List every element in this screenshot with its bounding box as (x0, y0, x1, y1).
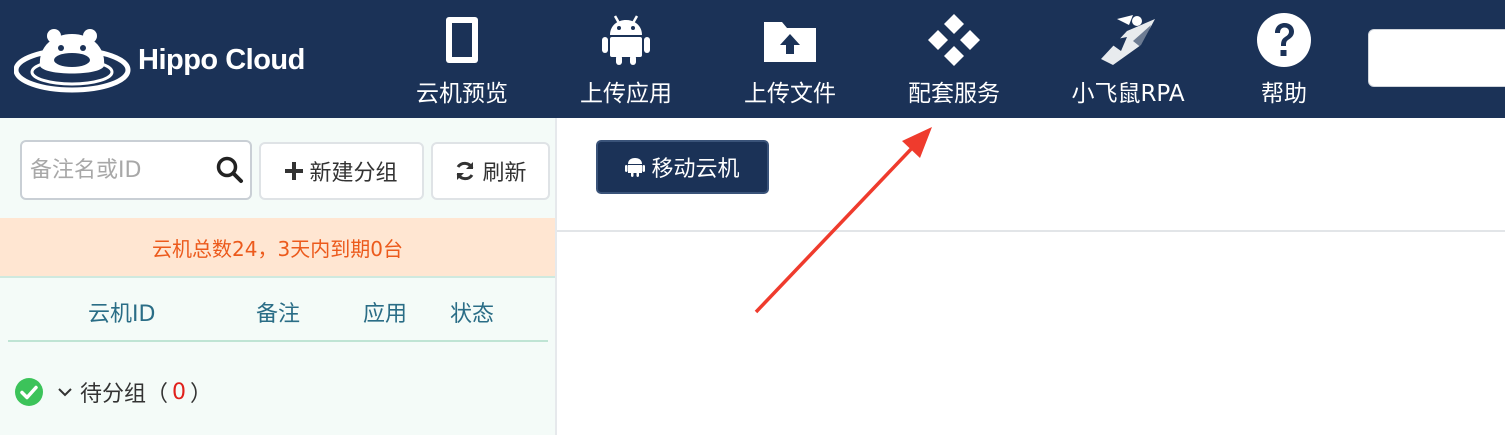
cloud-table-header: 云机ID 备注 应用 状态 (8, 280, 548, 342)
refresh-button[interactable]: 刷新 (431, 142, 550, 200)
header-cloud-id[interactable]: 云机ID (88, 296, 155, 328)
flying-squirrel-icon (1101, 15, 1155, 65)
header-status[interactable]: 状态 (450, 296, 494, 328)
nav-services[interactable]: 配套服务 (904, 0, 1004, 118)
refresh-label: 刷新 (482, 161, 527, 186)
search-input[interactable] (30, 150, 210, 190)
help-icon (1257, 13, 1311, 67)
brand-name: Hippo Cloud (138, 44, 305, 76)
nav-upload-file[interactable]: 上传文件 (740, 0, 840, 118)
group-count-close: ） (190, 382, 213, 407)
top-navigation-bar: Hippo Cloud 云机预览 上传应用 上传文件 配套服务 小飞鼠RPA 帮… (0, 0, 1505, 118)
cloud-search-box (20, 140, 252, 200)
nav-help[interactable]: 帮助 (1240, 0, 1328, 118)
group-count-open: （ (146, 382, 169, 407)
group-name: 待分组 (80, 382, 147, 407)
hippo-logo-icon (14, 29, 131, 93)
top-search-box[interactable] (1368, 29, 1505, 87)
content-divider (557, 230, 1505, 232)
brand-logo[interactable]: Hippo Cloud (14, 26, 314, 96)
header-remark[interactable]: 备注 (256, 296, 300, 328)
nav-rpa[interactable]: 小飞鼠RPA (1066, 0, 1190, 118)
group-row-ungrouped[interactable]: 待分组 （ 0 ） (14, 372, 212, 412)
new-group-label: 新建分组 (309, 161, 398, 186)
android-icon (625, 156, 646, 178)
chevron-down-icon[interactable] (58, 387, 72, 397)
nav-label: 上传文件 (744, 81, 836, 107)
folder-upload-icon (764, 22, 816, 62)
nav-label: 上传应用 (580, 81, 672, 107)
nav-label: 小飞鼠RPA (1071, 81, 1185, 107)
refresh-icon (454, 160, 476, 182)
group-count: 0 (172, 379, 187, 405)
cloud-count-notice: 云机总数24，3天内到期0台 (0, 218, 555, 278)
header-app[interactable]: 应用 (363, 296, 407, 328)
nav-cloud-preview[interactable]: 云机预览 (412, 0, 512, 118)
move-cloud-label: 移动云机 (651, 157, 740, 182)
nav-label: 配套服务 (908, 81, 1000, 107)
nav-upload-app[interactable]: 上传应用 (576, 0, 676, 118)
new-group-button[interactable]: 新建分组 (259, 142, 424, 200)
nav-label: 帮助 (1261, 81, 1307, 107)
diamond-grid-icon (928, 14, 980, 66)
check-circle-icon (15, 378, 43, 406)
main-content: 移动云机 (557, 118, 1505, 435)
left-sidebar: 新建分组 刷新 云机总数24，3天内到期0台 云机ID 备注 应用 状态 待分组… (0, 118, 557, 435)
search-icon[interactable] (216, 156, 244, 184)
move-cloud-button[interactable]: 移动云机 (596, 140, 769, 194)
phone-icon (446, 17, 478, 63)
plus-icon (285, 162, 304, 180)
nav-label: 云机预览 (416, 81, 508, 107)
android-icon (602, 15, 650, 65)
